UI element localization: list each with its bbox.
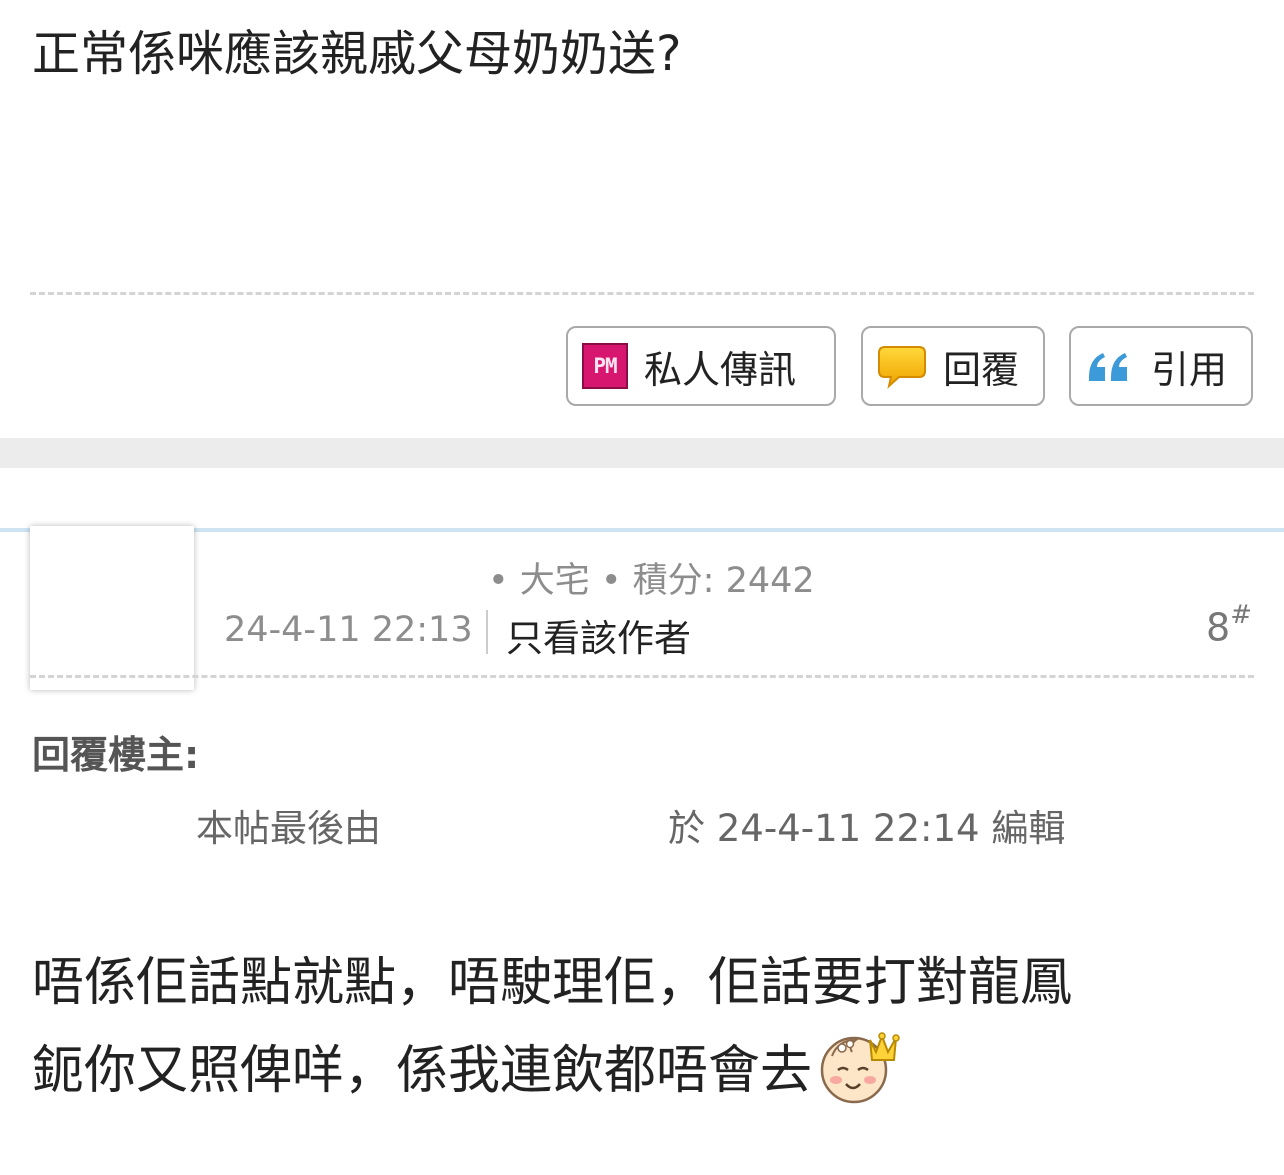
post-timestamp: 24-4-11 22:13 [224, 610, 473, 650]
post-body-line: 鈪你又照俾咩，係我連飲都唔會去 [32, 1041, 813, 1101]
reply-button[interactable]: 回覆 [861, 326, 1045, 406]
post-body: 唔係佢話點就點，唔駛理佢，佢話要打對龍鳳 鈪你又照俾咩，係我連飲都唔會去 [32, 940, 1262, 1114]
meta-divider [486, 610, 488, 654]
pm-button-label: 私人傳訊 [644, 347, 797, 392]
post-header-divider [30, 675, 1254, 678]
post-body-line-with-smiley: 鈪你又照俾咩，係我連飲都唔會去 [32, 1026, 1262, 1114]
reply-to-label: 回覆樓主: [32, 733, 200, 777]
post-separator-band [0, 438, 1284, 468]
post-body-line: 唔係佢話點就點，唔駛理佢，佢話要打對龍鳳 [32, 953, 1073, 1013]
reply-button-label: 回覆 [943, 347, 1020, 392]
pm-icon: PM [582, 343, 628, 389]
floor-number-value: 8 [1206, 605, 1231, 650]
edit-note-suffix: 於 24-4-11 22:14 編輯 [668, 807, 1066, 850]
previous-post-text: 正常係咪應該親戚父母奶奶送? [32, 26, 682, 82]
quote-icon [1089, 353, 1127, 381]
author-only-link[interactable]: 只看該作者 [506, 608, 691, 662]
quote-button-label: 引用 [1151, 347, 1228, 392]
floor-number[interactable]: 8# [1206, 600, 1252, 650]
speech-bubble-icon [878, 346, 926, 389]
post-divider [30, 292, 1254, 295]
baby-crown-smiley-icon [820, 1032, 900, 1104]
pm-button[interactable]: PM 私人傳訊 [566, 326, 836, 406]
avatar[interactable] [30, 526, 194, 690]
quote-button[interactable]: 引用 [1069, 326, 1253, 406]
edit-note-prefix: 本帖最後由 [196, 807, 381, 850]
user-meta: • 大宅 • 積分: 2442 [488, 561, 815, 601]
floor-symbol: # [1230, 600, 1252, 630]
